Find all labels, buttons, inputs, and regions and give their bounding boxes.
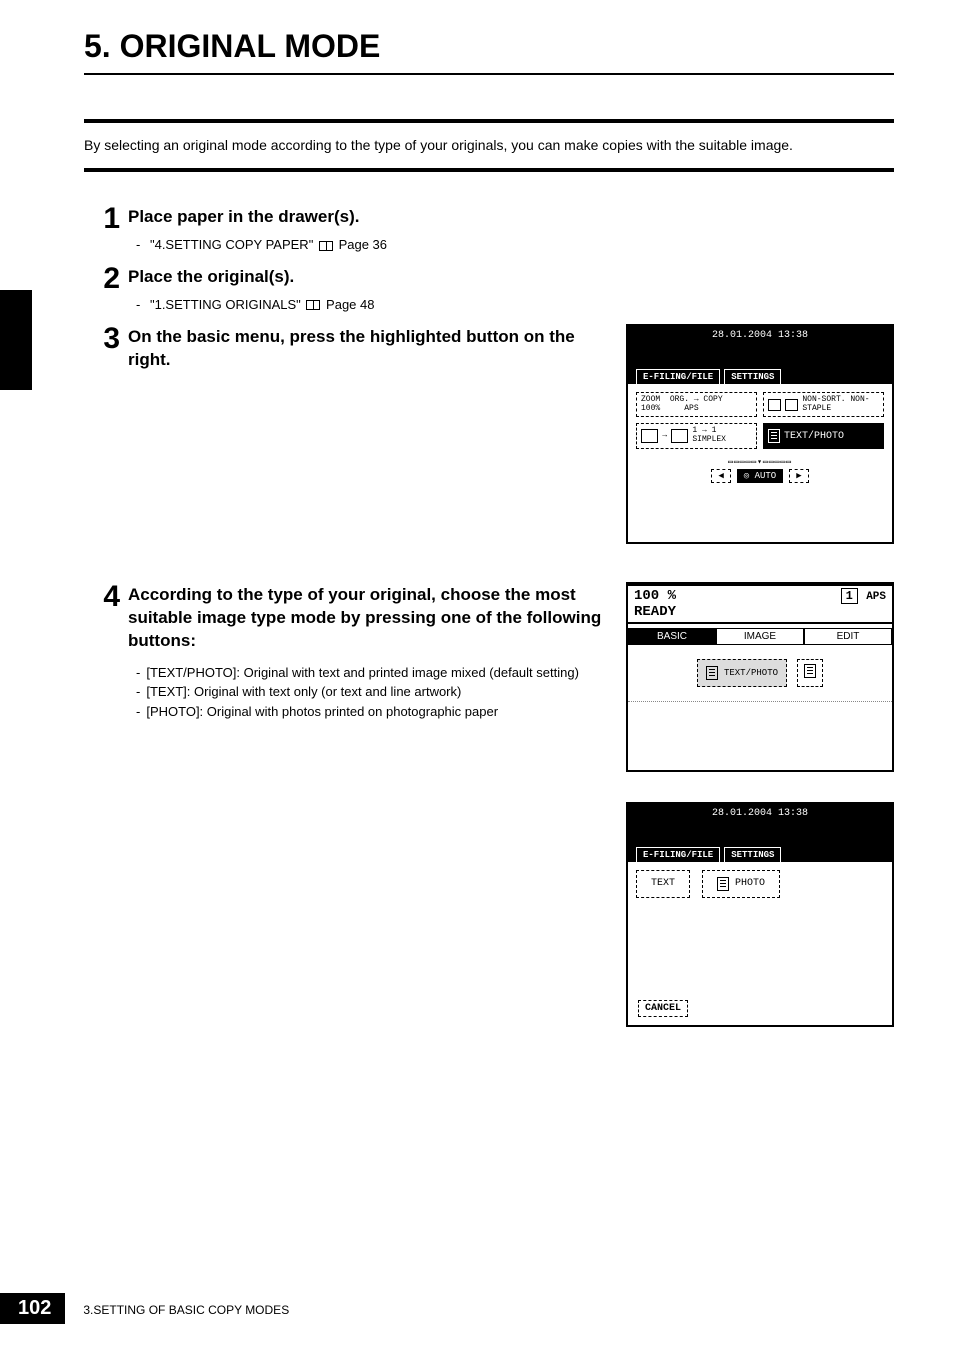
scr1-header: 28.01.2004 13:38 E-FILING/FILE SETTINGS — [628, 326, 892, 384]
bullet-photo: [PHOTO]: Original with photos printed on… — [146, 702, 498, 722]
step-1-number: 1 — [84, 204, 120, 234]
scr3-header: 28.01.2004 13:38 E-FILING/FILE SETTINGS — [628, 804, 892, 862]
intro-paragraph: By selecting an original mode according … — [84, 135, 894, 156]
step-2: 2 Place the original(s). - "1.SETTING OR… — [84, 264, 894, 312]
scr2-status: 100 % 1 APS READY — [628, 584, 892, 624]
side-index-tab — [0, 290, 32, 390]
scr2-tab-image[interactable]: IMAGE — [716, 628, 804, 645]
scr2-textphoto-button[interactable]: TEXT/PHOTO — [697, 659, 787, 687]
scr1-bottom-nav: ▭▭▭▭▭▾▭▭▭▭▭ ◀ ◎ AUTO ▶ — [636, 457, 884, 483]
section-title: 5. ORIGINAL MODE — [84, 28, 894, 65]
scr1-auto-button[interactable]: ◎ AUTO — [737, 469, 783, 483]
book-icon — [319, 241, 333, 251]
step-3-row: 3 On the basic menu, press the highlight… — [84, 324, 894, 544]
scr1-sort-panel[interactable]: NON-SORT. NON-STAPLE — [763, 392, 884, 418]
tray-icon — [768, 399, 781, 411]
scr3-tab-settings[interactable]: SETTINGS — [724, 847, 781, 863]
scr2-tab-edit[interactable]: EDIT — [804, 628, 892, 645]
step-2-ref-page: Page 48 — [326, 297, 374, 312]
page-footer: 102 3.SETTING OF BASIC COPY MODES — [0, 1293, 289, 1324]
step-1-ref-label: "4.SETTING COPY PAPER" — [150, 237, 313, 252]
step-4-number: 4 — [84, 582, 120, 612]
step-1-ref: - "4.SETTING COPY PAPER" Page 36 — [136, 237, 894, 252]
bullet-text: [TEXT]: Original with text only (or text… — [146, 682, 461, 702]
doc-icon — [717, 877, 729, 891]
scr2-tab-basic[interactable]: BASIC — [628, 628, 716, 645]
scr3-photo-button[interactable]: PHOTO — [702, 870, 780, 898]
rule-bottom — [84, 168, 894, 172]
screenshot-basic-menu: 28.01.2004 13:38 E-FILING/FILE SETTINGS … — [626, 324, 894, 544]
scr1-simplex-panel[interactable]: → 1 → 1 SIMPLEX — [636, 423, 757, 449]
scr3-tab-efiling[interactable]: E-FILING/FILE — [636, 847, 720, 863]
step-4-heading: According to the type of your original, … — [128, 584, 606, 653]
scr2-zoom: 100 % — [634, 588, 676, 604]
chapter-label: 3.SETTING OF BASIC COPY MODES — [83, 1303, 289, 1317]
doc-icon — [768, 429, 780, 443]
page-number: 102 — [0, 1293, 65, 1324]
scr3-timestamp: 28.01.2004 13:38 — [628, 808, 892, 819]
scr1-prev-button[interactable]: ◀ — [711, 469, 730, 483]
scr1-next-button[interactable]: ▶ — [789, 469, 808, 483]
rule-top — [84, 119, 894, 123]
scr1-tab-settings[interactable]: SETTINGS — [724, 369, 781, 385]
step-1-ref-page: Page 36 — [339, 237, 387, 252]
scr1-textphoto-button[interactable]: TEXT/PHOTO — [763, 423, 884, 449]
scr1-tab-efiling[interactable]: E-FILING/FILE — [636, 369, 720, 385]
screenshot-mode-select: 28.01.2004 13:38 E-FILING/FILE SETTINGS … — [626, 802, 894, 1027]
doc-icon — [706, 666, 718, 680]
screenshot-image-tab: 100 % 1 APS READY BASIC IMAGE EDIT — [626, 582, 894, 772]
title-bar: 5. ORIGINAL MODE — [84, 28, 894, 75]
scr1-zoom-panel[interactable]: ZOOM ORG. → COPY 100% APS — [636, 392, 757, 418]
scr3-text-button[interactable]: TEXT — [636, 870, 690, 898]
page-icon — [641, 429, 658, 443]
scr2-count: 1 — [841, 588, 858, 604]
step-1: 1 Place paper in the drawer(s). - "4.SET… — [84, 204, 894, 252]
bullet-textphoto: [TEXT/PHOTO]: Original with text and pri… — [146, 663, 579, 683]
page-icon — [671, 429, 688, 443]
step-2-ref-label: "1.SETTING ORIGINALS" — [150, 297, 301, 312]
step-2-ref: - "1.SETTING ORIGINALS" Page 48 — [136, 297, 894, 312]
step-3-heading: On the basic menu, press the highlighted… — [128, 326, 606, 372]
step-4-bullets: -[TEXT/PHOTO]: Original with text and pr… — [136, 663, 606, 722]
scr2-aps: APS — [866, 591, 886, 603]
step-1-heading: Place paper in the drawer(s). — [128, 206, 894, 229]
book-icon — [306, 300, 320, 310]
step-2-heading: Place the original(s). — [128, 266, 894, 289]
step-4-row: 4 According to the type of your original… — [84, 582, 894, 1027]
scr2-ready: READY — [634, 604, 886, 620]
step-3-number: 3 — [84, 324, 120, 354]
scr1-timestamp: 28.01.2004 13:38 — [628, 330, 892, 341]
page-content: 5. ORIGINAL MODE By selecting an origina… — [0, 0, 954, 1027]
scr3-cancel-button[interactable]: CANCEL — [638, 1000, 688, 1017]
tray-icon — [785, 399, 798, 411]
step-2-number: 2 — [84, 264, 120, 294]
doc-icon — [804, 664, 816, 678]
scr2-icon-button[interactable] — [797, 659, 823, 687]
